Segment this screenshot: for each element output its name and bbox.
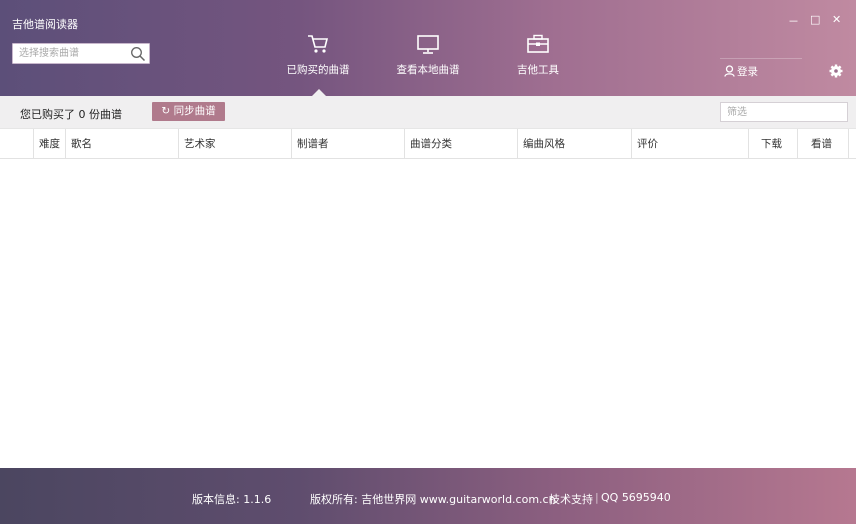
- settings-button[interactable]: [829, 64, 843, 81]
- header-divider: [720, 58, 802, 59]
- login-button[interactable]: 登录: [724, 64, 758, 79]
- column-difficulty[interactable]: 难度: [33, 129, 65, 159]
- column-artist[interactable]: 艺术家: [178, 129, 291, 159]
- search-icon[interactable]: [130, 46, 146, 62]
- copyright-info: 版权所有: 吉他世界网 www.guitarworld.com.cn: [310, 493, 556, 506]
- gear-icon: [829, 64, 843, 78]
- login-label: 登录: [737, 66, 758, 78]
- sync-label: 同步曲谱: [173, 105, 216, 117]
- search-input[interactable]: [13, 44, 125, 63]
- column-select: [0, 129, 33, 159]
- toolbar: 您已购买了 0 份曲谱 ↻ 同步曲谱: [0, 96, 856, 128]
- toolbox-icon: [527, 34, 549, 53]
- active-tab-indicator: [312, 89, 326, 96]
- column-rating[interactable]: 评价: [631, 129, 748, 159]
- filter-input[interactable]: [720, 102, 848, 122]
- minimize-button[interactable]: －: [788, 13, 799, 29]
- app-footer: 版本信息: 1.1.6 版权所有: 吉他世界网 www.guitarworld.…: [0, 468, 856, 524]
- column-transcriber[interactable]: 制谱者: [291, 129, 404, 159]
- purchase-count: 您已购买了 0 份曲谱: [20, 108, 122, 121]
- column-download[interactable]: 下载: [748, 129, 797, 159]
- version-info: 版本信息: 1.1.6: [192, 493, 272, 506]
- maximize-button[interactable]: □: [810, 13, 820, 26]
- support-label: 技术支持: [549, 493, 593, 506]
- refresh-icon: ↻: [161, 105, 171, 117]
- footer-divider: |: [595, 491, 599, 504]
- tab-label: 查看本地曲谱: [396, 64, 460, 76]
- table-header: 难度 歌名 艺术家 制谱者 曲谱分类 编曲风格 评价 下载 看谱: [0, 129, 856, 159]
- app-header: 吉他谱阅读器 － □ ✕ 已购买的曲谱 查看本地曲谱 吉他: [0, 0, 856, 96]
- tab-local-scores[interactable]: 查看本地曲谱: [378, 34, 478, 77]
- tab-label: 已购买的曲谱: [286, 64, 350, 76]
- user-icon: [724, 65, 735, 77]
- search-box: [12, 43, 150, 64]
- close-button[interactable]: ✕: [832, 13, 841, 26]
- column-view[interactable]: 看谱: [797, 129, 849, 159]
- monitor-icon: [417, 35, 439, 54]
- sync-scores-button[interactable]: ↻ 同步曲谱: [152, 102, 225, 121]
- tab-label: 吉他工具: [517, 64, 559, 76]
- qq-contact: QQ 5695940: [601, 491, 671, 504]
- shopping-cart-icon: [308, 35, 329, 53]
- scores-table: 难度 歌名 艺术家 制谱者 曲谱分类 编曲风格 评价 下载 看谱: [0, 128, 856, 468]
- tab-guitar-tools[interactable]: 吉他工具: [488, 34, 588, 77]
- column-song-name[interactable]: 歌名: [65, 129, 178, 159]
- tab-purchased-scores[interactable]: 已购买的曲谱: [268, 34, 368, 77]
- app-title: 吉他谱阅读器: [12, 18, 78, 31]
- column-category[interactable]: 曲谱分类: [404, 129, 517, 159]
- column-arrangement-style[interactable]: 编曲风格: [517, 129, 631, 159]
